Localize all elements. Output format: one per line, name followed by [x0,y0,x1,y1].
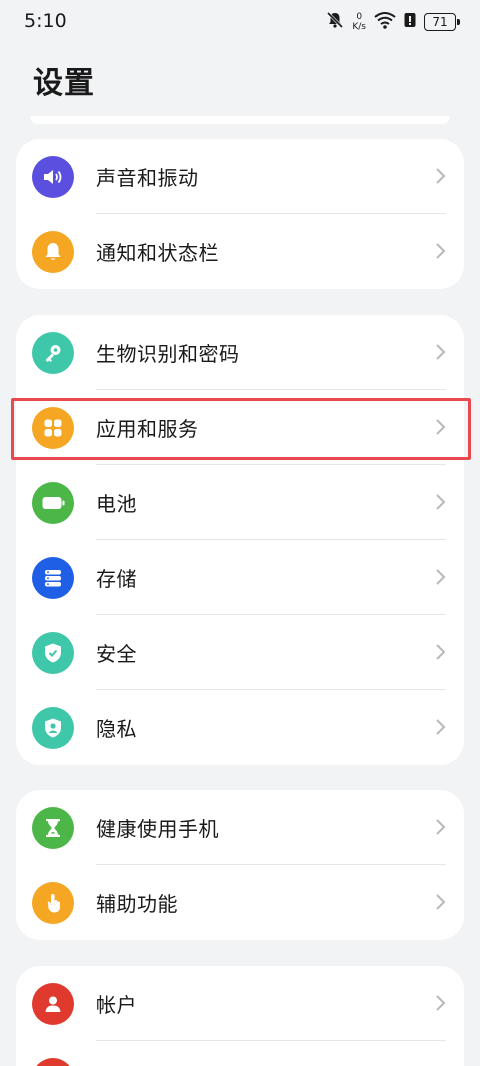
page-title: 设置 [33,66,95,101]
hourglass-icon [32,807,74,849]
chevron-right-icon [436,344,446,360]
settings-group-2: 生物识别和密码 应用和服务 电池 存储 安全 隐私 [16,315,464,765]
storage-item[interactable]: 存储 [16,540,464,615]
alert-icon [404,11,416,33]
chevron-right-icon [436,168,446,184]
settings-group-4: 帐户 [16,966,464,1066]
digital-wellbeing-label: 健康使用手机 [96,817,219,841]
battery-item[interactable]: 电池 [16,465,464,540]
search-bar-edge[interactable] [30,116,450,124]
security-label: 安全 [96,642,137,666]
chevron-right-icon [436,569,446,585]
privacy-label: 隐私 [96,717,137,741]
status-icons: 0 K/s 71 [326,10,460,34]
highlight-box [11,398,471,460]
hand-pointer-icon [32,882,74,924]
volume-icon [32,156,74,198]
chevron-right-icon [436,494,446,510]
net-speed-unit: K/s [352,22,366,32]
wifi-icon [374,11,396,33]
biometrics-password-label: 生物识别和密码 [96,342,240,366]
notification-statusbar-item[interactable]: 通知和状态栏 [16,214,464,289]
chevron-right-icon [436,719,446,735]
shield-user-icon [32,707,74,749]
next-item-peek [32,1058,74,1066]
chevron-right-icon [436,819,446,835]
status-time: 5:10 [24,10,67,32]
biometrics-password-item[interactable]: 生物识别和密码 [16,315,464,390]
battery-indicator: 71 [424,13,460,31]
divider [96,1040,446,1041]
key-icon [32,332,74,374]
digital-wellbeing-item[interactable]: 健康使用手机 [16,790,464,865]
account-label: 帐户 [96,993,137,1017]
sound-vibration-label: 声音和振动 [96,166,199,190]
chevron-right-icon [436,995,446,1011]
net-speed-value: 0 [356,12,363,22]
privacy-item[interactable]: 隐私 [16,690,464,765]
chevron-right-icon [436,243,446,259]
status-bar: 5:10 0 K/s 71 [0,0,480,44]
battery-icon [32,482,74,524]
bell-icon [32,231,74,273]
accessibility-label: 辅助功能 [96,892,178,916]
notification-statusbar-label: 通知和状态栏 [96,241,219,265]
security-item[interactable]: 安全 [16,615,464,690]
chevron-right-icon [436,644,446,660]
settings-group-3: 健康使用手机 辅助功能 [16,790,464,940]
shield-check-icon [32,632,74,674]
mute-bell-icon [326,11,344,33]
accessibility-item[interactable]: 辅助功能 [16,865,464,940]
chevron-right-icon [436,894,446,910]
net-speed: 0 K/s [352,12,366,32]
account-icon [32,983,74,1025]
settings-group-1: 声音和振动 通知和状态栏 [16,139,464,289]
storage-label: 存储 [96,567,137,591]
storage-icon [32,557,74,599]
battery-label: 电池 [96,492,137,516]
sound-vibration-item[interactable]: 声音和振动 [16,139,464,214]
account-item[interactable]: 帐户 [16,966,464,1041]
